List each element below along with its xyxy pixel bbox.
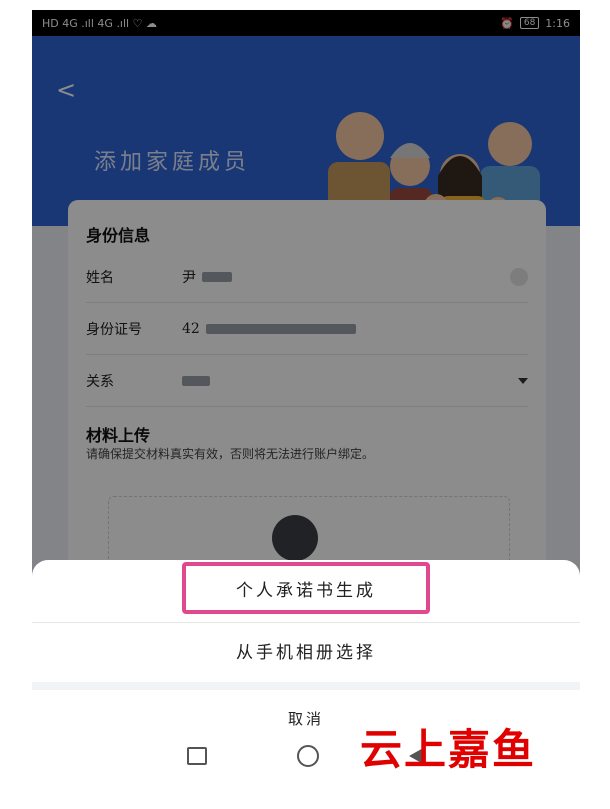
sheet-gap xyxy=(32,682,580,690)
watermark-text: 云上嘉鱼 xyxy=(360,725,537,774)
phone-screen: HD 4G .ıll 4G .ıll ♡ ☁ ⏰ 68 1:16 < 添加家庭成… xyxy=(32,10,580,780)
home-icon[interactable] xyxy=(297,745,319,767)
choose-from-album-label: 从手机相册选择 xyxy=(236,642,376,663)
highlight-box xyxy=(182,562,430,614)
recent-apps-icon[interactable] xyxy=(187,747,207,765)
cancel-label: 取消 xyxy=(287,709,324,728)
choose-from-album-option[interactable]: 从手机相册选择 xyxy=(32,622,580,678)
